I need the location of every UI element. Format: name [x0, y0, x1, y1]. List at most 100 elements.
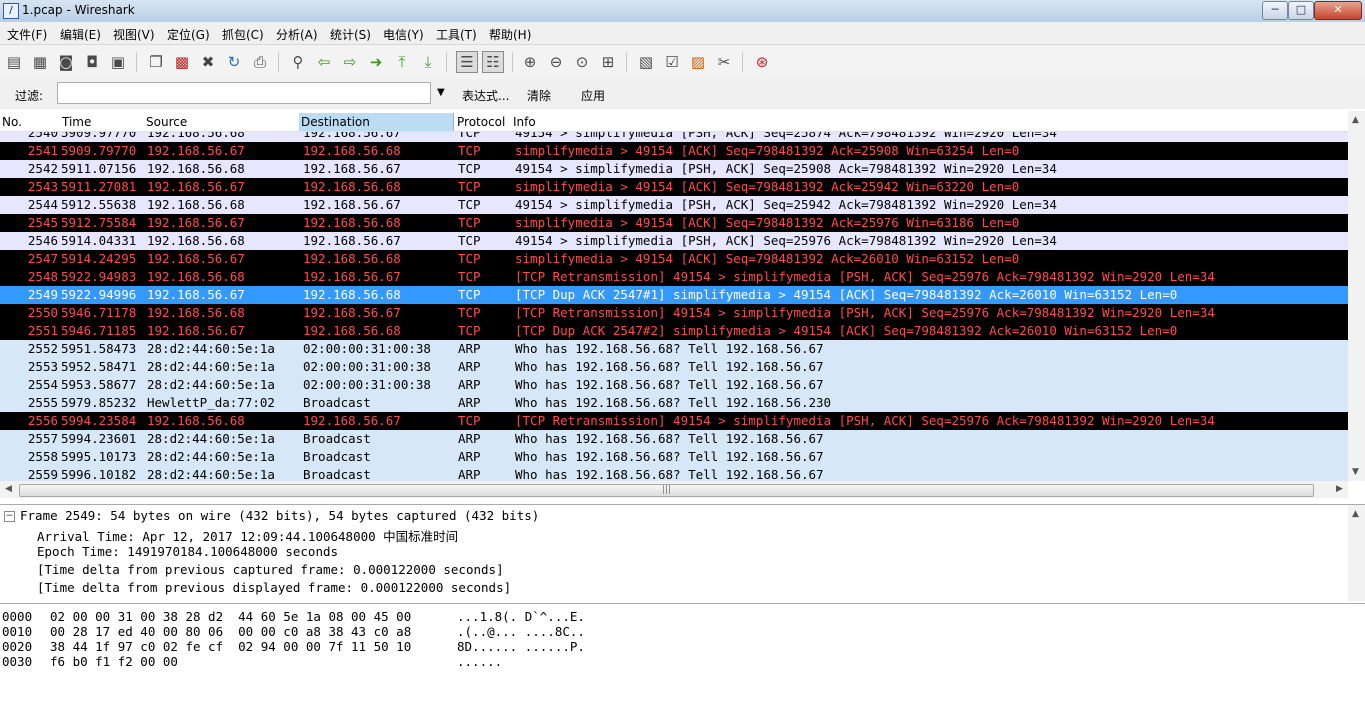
packet-time: 5914.04331	[61, 233, 137, 248]
save-file-icon[interactable]: ▩	[172, 52, 192, 72]
packet-number: 2547	[27, 251, 58, 266]
scroll-left-icon[interactable]: ◀	[5, 484, 12, 494]
preferences-icon[interactable]: ✂	[714, 52, 734, 72]
chevron-down-icon[interactable]: ▼	[437, 87, 445, 98]
hex-bytes[interactable]: f6 b0 f1 f2 00 00	[50, 654, 178, 669]
go-back-icon[interactable]: ⇦	[314, 52, 334, 72]
details-vertical-scrollbar[interactable]: ▲	[1348, 505, 1365, 601]
packet-row[interactable]: 2552 5951.58473 28:d2:44:60:5e:1a 02:00:00:…	[0, 340, 1348, 358]
collapse-tree-icon[interactable]: −	[4, 511, 15, 522]
column-header-source[interactable]: Source	[146, 115, 187, 129]
packet-row[interactable]: 2542 5911.07156 192.168.56.68 192.168.56.67…	[0, 160, 1348, 178]
hex-ascii[interactable]: 8D...... ......P.	[457, 639, 585, 654]
minimize-button[interactable]: ─	[1262, 1, 1288, 20]
detail-frame-summary[interactable]: Frame 2549: 54 bytes on wire (432 bits),…	[20, 508, 539, 523]
menu-help[interactable]: 帮助(H)	[489, 26, 531, 43]
column-header-protocol[interactable]: Protocol	[457, 115, 505, 129]
packet-row[interactable]: 2541 5909.79770 192.168.56.67 192.168.56.68…	[0, 142, 1348, 160]
hex-ascii[interactable]: ......	[457, 654, 502, 669]
menu-statistics[interactable]: 统计(S)	[330, 26, 371, 43]
menu-tools[interactable]: 工具(T)	[436, 26, 477, 43]
packet-destination: 192.168.56.67	[303, 233, 401, 248]
packet-list-vertical-scrollbar[interactable]: ▲ ▼	[1348, 111, 1365, 481]
display-filters-icon[interactable]: ☑	[662, 52, 682, 72]
zoom-normal-icon[interactable]: ⊙	[572, 52, 592, 72]
reload-icon[interactable]: ↻	[224, 52, 244, 72]
packet-row[interactable]: 2548 5922.94983 192.168.56.68 192.168.56.67…	[0, 268, 1348, 286]
hex-ascii[interactable]: .(..@... ....8C..	[457, 624, 585, 639]
open-file-icon[interactable]: ❐	[146, 52, 166, 72]
scroll-up-icon[interactable]: ▲	[1352, 509, 1359, 519]
maximize-button[interactable]: □	[1288, 1, 1314, 20]
detail-epoch-time[interactable]: Epoch Time: 1491970184.100648000 seconds	[37, 544, 338, 559]
filter-clear-button[interactable]: 清除	[527, 87, 551, 104]
column-header-no[interactable]: No.	[2, 115, 22, 129]
capture-filters-icon[interactable]: ▧	[636, 52, 656, 72]
menu-capture[interactable]: 抓包(C)	[222, 26, 264, 43]
stop-capture-icon[interactable]: ◘	[82, 52, 102, 72]
restart-capture-icon[interactable]: ▣	[108, 52, 128, 72]
packet-row[interactable]: 2554 5953.58677 28:d2:44:60:5e:1a 02:00:00:…	[0, 376, 1348, 394]
close-file-icon[interactable]: ✖	[198, 52, 218, 72]
interface-list-icon[interactable]: ▤	[4, 52, 24, 72]
packet-row[interactable]: 2556 5994.23584 192.168.56.68 192.168.56.67…	[0, 412, 1348, 430]
menu-file[interactable]: 文件(F)	[7, 26, 47, 43]
menu-telephony[interactable]: 电信(Y)	[383, 26, 424, 43]
packet-row[interactable]: 2550 5946.71178 192.168.56.68 192.168.56.67…	[0, 304, 1348, 322]
packet-row[interactable]: 2558 5995.10173 28:d2:44:60:5e:1a Broadcast…	[0, 448, 1348, 466]
colorize-icon[interactable]: ☰	[456, 51, 478, 73]
menu-edit[interactable]: 编辑(E)	[60, 26, 101, 43]
hex-bytes[interactable]: 02 00 00 31 00 38 28 d2 44 60 5e 1a 08 0…	[50, 609, 411, 624]
hex-bytes[interactable]: 38 44 1f 97 c0 02 fe cf 02 94 00 00 7f 1…	[50, 639, 411, 654]
column-header-time[interactable]: Time	[62, 115, 91, 129]
hex-bytes[interactable]: 00 28 17 ed 40 00 80 06 00 00 c0 a8 38 4…	[50, 624, 411, 639]
packet-row[interactable]: 2544 5912.55638 192.168.56.68 192.168.56.67…	[0, 196, 1348, 214]
detail-arrival-time[interactable]: Arrival Time: Apr 12, 2017 12:09:44.1006…	[37, 526, 458, 545]
hex-ascii[interactable]: ...1.8(. D`^...E.	[457, 609, 585, 624]
packet-row[interactable]: 2545 5912.75584 192.168.56.67 192.168.56.68…	[0, 214, 1348, 232]
close-button[interactable]: ✕	[1314, 1, 1362, 20]
packet-list-horizontal-scrollbar[interactable]: ◀ ||| ▶	[0, 481, 1348, 498]
detail-delta-displayed[interactable]: [Time delta from previous displayed fram…	[37, 580, 511, 595]
packet-destination: 192.168.56.67	[303, 197, 401, 212]
column-header-info[interactable]: Info	[513, 115, 536, 129]
zoom-in-icon[interactable]: ⊕	[520, 52, 540, 72]
packet-row[interactable]: 2547 5914.24295 192.168.56.67 192.168.56.68…	[0, 250, 1348, 268]
filter-input[interactable]	[57, 82, 431, 104]
packet-number: 2553	[27, 359, 58, 374]
packet-row[interactable]: 2551 5946.71185 192.168.56.67 192.168.56.68…	[0, 322, 1348, 340]
filter-apply-button[interactable]: 应用	[581, 87, 605, 104]
scroll-up-icon[interactable]: ▲	[1352, 115, 1359, 125]
packet-row[interactable]: 2543 5911.27081 192.168.56.67 192.168.56.68…	[0, 178, 1348, 196]
scroll-right-icon[interactable]: ▶	[1336, 484, 1343, 494]
capture-options-icon[interactable]: ▦	[30, 52, 50, 72]
go-to-packet-icon[interactable]: ➜	[366, 52, 386, 72]
menu-bar: 文件(F) 编辑(E) 视图(V) 定位(G) 抓包(C) 分析(A) 统计(S…	[0, 22, 1365, 44]
menu-go[interactable]: 定位(G)	[167, 26, 210, 43]
detail-delta-captured[interactable]: [Time delta from previous captured frame…	[37, 562, 504, 577]
autoscroll-icon[interactable]: ☷	[482, 51, 504, 73]
horizontal-scroll-thumb[interactable]: |||	[19, 484, 1314, 497]
packet-row[interactable]: 2559 5996.10182 28:d2:44:60:5e:1a Broadcast…	[0, 466, 1348, 481]
scroll-down-icon[interactable]: ▼	[1352, 467, 1359, 477]
packet-row[interactable]: 2549 5922.94996 192.168.56.67 192.168.56.68…	[0, 286, 1348, 304]
column-header-destination[interactable]: Destination	[301, 115, 370, 129]
packet-row[interactable]: 2555 5979.85232 HewlettP_da:77:02 Broadcast…	[0, 394, 1348, 412]
find-icon[interactable]: ⚲	[288, 52, 308, 72]
packet-row[interactable]: 2546 5914.04331 192.168.56.68 192.168.56.67…	[0, 232, 1348, 250]
go-forward-icon[interactable]: ⇨	[340, 52, 360, 72]
zoom-out-icon[interactable]: ⊖	[546, 52, 566, 72]
print-icon[interactable]: ⎙	[250, 52, 270, 72]
filter-expression-button[interactable]: 表达式...	[462, 87, 509, 104]
menu-view[interactable]: 视图(V)	[113, 26, 155, 43]
start-capture-icon[interactable]: ◙	[56, 52, 76, 72]
go-first-icon[interactable]: ⤒	[392, 52, 412, 72]
packet-row[interactable]: 2557 5994.23601 28:d2:44:60:5e:1a Broadcast…	[0, 430, 1348, 448]
help-icon[interactable]: ⊛	[752, 52, 772, 72]
menu-analyze[interactable]: 分析(A)	[276, 26, 318, 43]
coloring-rules-icon[interactable]: ▨	[688, 52, 708, 72]
go-last-icon[interactable]: ⤓	[418, 52, 438, 72]
resize-columns-icon[interactable]: ⊞	[598, 52, 618, 72]
packet-row[interactable]: 2553 5952.58471 28:d2:44:60:5e:1a 02:00:00:…	[0, 358, 1348, 376]
packet-time: 5994.23601	[61, 431, 137, 446]
